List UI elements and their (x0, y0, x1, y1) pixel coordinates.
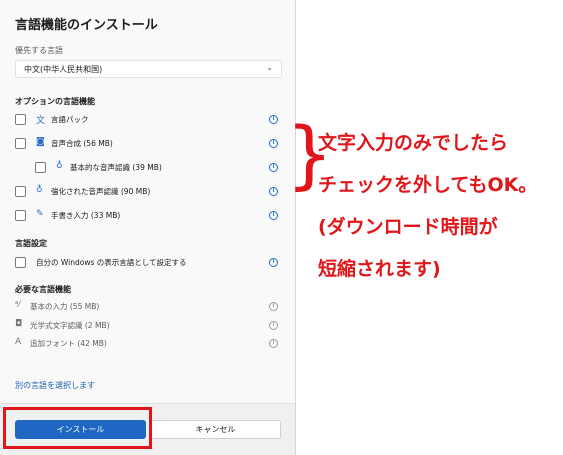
required-row-ocr: ◘ 光学式文字認識 (2 MB) i (15, 319, 285, 334)
feature-label: 強化された音声認識 (90 MB) (51, 187, 151, 196)
required-feature-label: 光学式文字認識 (2 MB) (30, 321, 110, 330)
required-feature-label: 基本の入力 (55 MB) (30, 302, 100, 311)
info-icon[interactable]: i (269, 321, 278, 330)
feature-row-handwriting: ✎ 手書き入力 (33 MB) i (15, 209, 285, 224)
optional-features-title: オプションの言語機能 (15, 97, 95, 106)
handwriting-checkbox[interactable] (15, 210, 26, 221)
font-icon: A (15, 337, 22, 347)
info-icon[interactable]: i (269, 139, 278, 148)
annotation-line-2: チェックを外してもOK。 (318, 174, 538, 196)
info-icon[interactable]: i (269, 258, 278, 267)
info-icon[interactable]: i (269, 211, 278, 220)
set-display-language-label: 自分の Windows の表示言語として設定する (36, 258, 187, 267)
basic-typing-icon: ᵃ⁄ (15, 300, 21, 310)
required-row-fonts: A 追加フォント (42 MB) i (15, 337, 285, 352)
language-pack-checkbox[interactable] (15, 114, 26, 125)
install-language-dialog: 言語機能のインストール 優先する言語 中文(中华人民共和国) ⌄ オプションの言… (0, 0, 296, 455)
microphone-icon: ♁ (36, 185, 43, 195)
language-pack-icon: 文 (36, 116, 46, 126)
language-dropdown-value: 中文(中华人民共和国) (24, 65, 103, 74)
cancel-button[interactable]: キャンセル (150, 420, 281, 439)
basic-speech-recognition-checkbox[interactable] (35, 162, 46, 173)
feature-label: 基本的な音声認識 (39 MB) (70, 163, 162, 172)
microphone-icon: ♁ (56, 161, 63, 171)
info-icon[interactable]: i (269, 302, 278, 311)
info-icon[interactable]: i (269, 115, 278, 124)
language-settings-title: 言語設定 (15, 239, 47, 248)
info-icon[interactable]: i (269, 163, 278, 172)
speech-synthesis-checkbox[interactable] (15, 138, 26, 149)
enhanced-speech-recognition-checkbox[interactable] (15, 186, 26, 197)
handwriting-icon: ✎ (36, 209, 44, 219)
info-icon[interactable]: i (269, 187, 278, 196)
feature-row-basic-speech-recognition: ♁ 基本的な音声認識 (39 MB) i (15, 161, 285, 176)
install-button-highlight (3, 407, 152, 449)
feature-row-enhanced-speech-recognition: ♁ 強化された音声認識 (90 MB) i (15, 185, 285, 200)
required-row-basic-typing: ᵃ⁄ 基本の入力 (55 MB) i (15, 300, 285, 315)
preferred-language-label: 優先する言語 (15, 46, 63, 55)
feature-label: 音声合成 (56 MB) (51, 139, 113, 148)
dialog-title: 言語機能のインストール (15, 18, 158, 33)
feature-row-speech-synthesis: ◙ 音声合成 (56 MB) i (15, 137, 285, 152)
speech-synthesis-icon: ◙ (36, 137, 45, 147)
feature-label: 言語パック (51, 115, 89, 124)
annotation-line-3: (ダウンロード時間が (318, 216, 498, 238)
language-dropdown[interactable]: 中文(中华人民共和国) ⌄ (15, 60, 282, 78)
set-display-language-checkbox[interactable] (15, 257, 26, 268)
set-display-language-row: 自分の Windows の表示言語として設定する i (15, 257, 285, 271)
feature-row-language-pack: 文 言語パック i (15, 114, 285, 128)
feature-label: 手書き入力 (33 MB) (51, 211, 121, 220)
chevron-down-icon: ⌄ (266, 63, 273, 72)
required-features-title: 必要な言語機能 (15, 285, 71, 294)
annotation-line-1: 文字入力のみでしたら (318, 132, 509, 154)
choose-another-language-link[interactable]: 別の言語を選択します (15, 380, 95, 391)
required-feature-label: 追加フォント (42 MB) (30, 339, 107, 348)
camera-icon: ◘ (15, 319, 23, 329)
info-icon[interactable]: i (269, 339, 278, 348)
annotation-line-4: 短縮されます) (318, 258, 441, 280)
